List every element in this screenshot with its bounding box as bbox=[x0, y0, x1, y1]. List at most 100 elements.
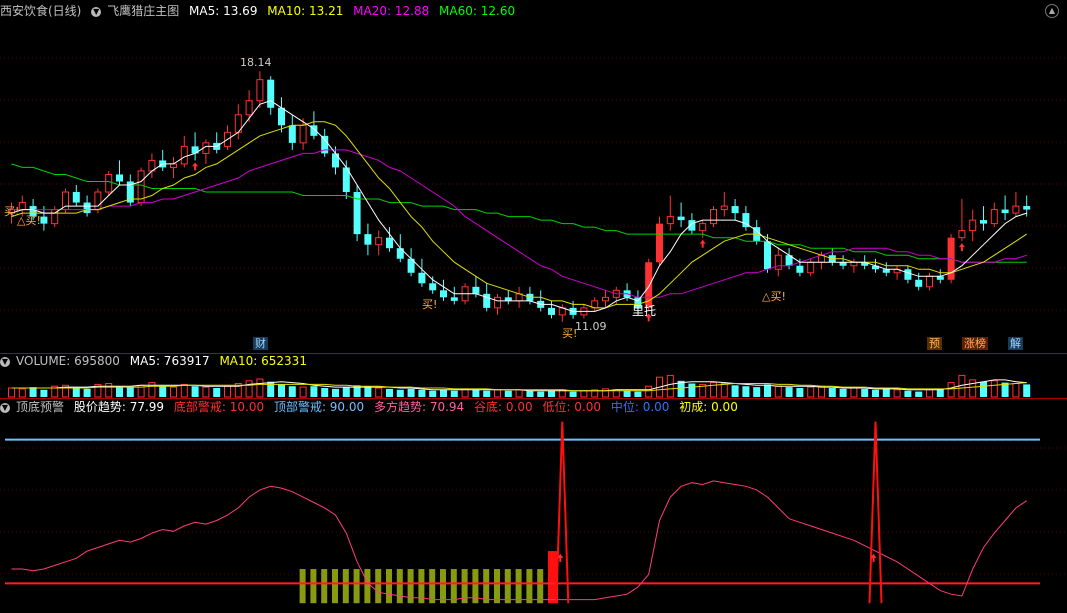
volume-bar bbox=[213, 388, 221, 397]
label-buy-5: △买! bbox=[762, 290, 786, 303]
label-buy-3: 买! bbox=[422, 298, 438, 311]
candle-body bbox=[180, 145, 188, 165]
candle-body bbox=[386, 237, 393, 249]
buy-arrow-icon bbox=[192, 162, 199, 171]
candle-body bbox=[364, 234, 372, 245]
buy-arrow-icon bbox=[958, 243, 965, 252]
volume-bar bbox=[515, 389, 523, 398]
volume-bar bbox=[850, 387, 858, 398]
volume-bar bbox=[526, 390, 534, 397]
volume-bar bbox=[796, 388, 804, 397]
volume-bar bbox=[569, 391, 577, 397]
volume-bar bbox=[980, 381, 987, 397]
candle-body bbox=[494, 296, 501, 309]
bottom-signal-bar bbox=[310, 569, 317, 604]
tag-cai[interactable]: 财 bbox=[253, 337, 268, 350]
label-lift: 里托 bbox=[632, 304, 657, 318]
volume-bar bbox=[116, 386, 123, 397]
candle-body bbox=[774, 254, 782, 270]
volume-bar bbox=[450, 390, 458, 397]
volume-bar bbox=[882, 388, 890, 397]
volume-bar bbox=[947, 382, 955, 398]
volume-bar bbox=[321, 388, 329, 397]
volume-bar bbox=[396, 389, 404, 397]
bottom-signal-bar bbox=[375, 569, 382, 604]
bottom-signal-bar bbox=[537, 569, 544, 604]
volume-bar bbox=[494, 389, 501, 398]
candle-body bbox=[83, 202, 91, 214]
ma20-line bbox=[11, 149, 1027, 298]
volume-bar bbox=[180, 383, 188, 398]
candle-body bbox=[807, 261, 815, 274]
candle-body bbox=[990, 209, 998, 225]
candle-body bbox=[170, 163, 177, 168]
candle-body bbox=[796, 265, 804, 273]
volume-bar bbox=[191, 386, 199, 397]
candle-body bbox=[105, 173, 113, 193]
candle-body bbox=[267, 79, 275, 108]
bottom-signal-bar bbox=[429, 569, 436, 604]
ma10-line bbox=[11, 121, 1027, 309]
tag-yu[interactable]: 预 bbox=[927, 337, 942, 350]
candle-body bbox=[936, 276, 944, 280]
volume-bar bbox=[440, 389, 447, 397]
buy-arrow-icon bbox=[699, 239, 706, 248]
candle-body bbox=[472, 286, 480, 294]
volume-bar bbox=[83, 388, 91, 397]
candle-body bbox=[656, 223, 663, 263]
chart-canvas[interactable] bbox=[0, 0, 1067, 613]
volume-bar bbox=[105, 383, 113, 398]
bottom-signal-bar bbox=[321, 569, 328, 604]
volume-bar bbox=[299, 386, 307, 398]
volume-bar bbox=[548, 390, 555, 397]
volume-bar bbox=[774, 385, 782, 398]
volume-bar bbox=[148, 382, 156, 398]
volume-bar bbox=[29, 387, 37, 397]
candle-body bbox=[429, 283, 437, 291]
candle-body bbox=[72, 192, 80, 203]
volume-bar bbox=[483, 390, 491, 397]
volume-bar bbox=[537, 391, 545, 397]
candle-body bbox=[299, 124, 307, 144]
bottom-signal-bar bbox=[494, 569, 500, 604]
tag-zhangting[interactable]: 涨榜 bbox=[962, 337, 988, 350]
volume-bar bbox=[634, 391, 642, 397]
volume-bar bbox=[342, 387, 350, 397]
candle-body bbox=[288, 125, 296, 143]
bottom-signal-bar bbox=[332, 569, 338, 604]
volume-bar bbox=[40, 389, 48, 397]
candle-body bbox=[764, 241, 771, 270]
bottom-signal-bar bbox=[364, 569, 371, 604]
candle-body bbox=[915, 279, 923, 287]
volume-bar bbox=[288, 386, 296, 397]
candle-body bbox=[666, 216, 674, 225]
candle-body bbox=[710, 209, 717, 225]
candle-body bbox=[94, 191, 102, 211]
volume-bar bbox=[839, 388, 847, 397]
candle-body bbox=[1023, 206, 1031, 210]
top-spike-signal bbox=[868, 421, 883, 604]
candle-body bbox=[1012, 205, 1020, 214]
volume-bar bbox=[472, 389, 480, 397]
volume-bar bbox=[202, 386, 210, 398]
tag-jie[interactable]: 解 bbox=[1008, 337, 1023, 350]
volume-bar bbox=[332, 388, 339, 397]
volume-bar bbox=[159, 386, 167, 397]
volume-bar bbox=[623, 390, 631, 397]
bottom-signal-bar bbox=[396, 569, 403, 604]
bottom-signal-bar bbox=[483, 569, 490, 604]
volume-bar bbox=[915, 391, 923, 397]
volume-bar bbox=[310, 386, 318, 397]
candle-body bbox=[245, 100, 253, 116]
bottom-signal-bar bbox=[299, 569, 306, 604]
volume-bar bbox=[504, 390, 512, 397]
bottom-signal-bar bbox=[526, 569, 533, 604]
volume-bar bbox=[8, 387, 15, 398]
volume-bar bbox=[785, 387, 793, 397]
volume-bar bbox=[580, 390, 588, 398]
candle-body bbox=[450, 297, 458, 301]
volume-bar bbox=[429, 390, 437, 397]
bottom-signal-bar bbox=[386, 569, 392, 604]
bottom-signal-bar bbox=[504, 569, 511, 604]
candle-body bbox=[116, 174, 123, 182]
